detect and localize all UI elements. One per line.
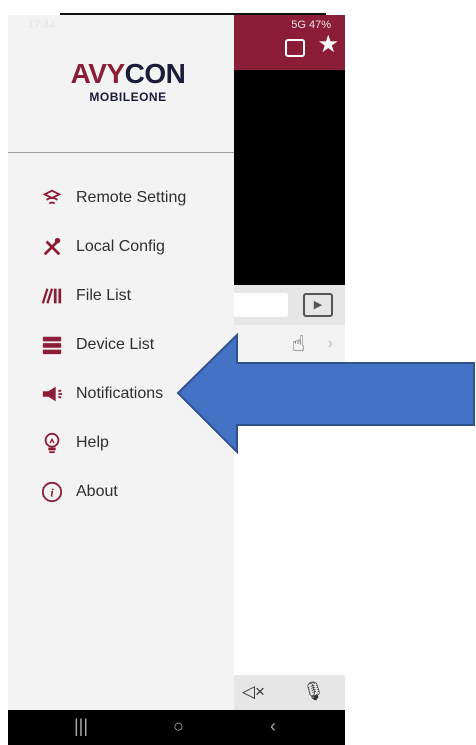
logo-subtitle: MOBILEONE (89, 90, 167, 104)
drawer-menu: Remote Setting Local Config File List De… (8, 173, 234, 516)
chevron-right-icon: › (327, 335, 333, 352)
remote-setting-icon (33, 187, 71, 209)
navigation-drawer: AVYCON MOBILEONE Remote Setting Local Co… (8, 15, 234, 710)
back-icon[interactable]: ‹ (270, 716, 276, 737)
tools-icon (33, 236, 71, 258)
menu-item-local-config[interactable]: Local Config (8, 222, 234, 271)
svg-text:i: i (50, 485, 54, 499)
device-list-icon (33, 334, 71, 356)
status-time: 17:44 (28, 19, 56, 31)
recent-apps-icon[interactable]: ||| (74, 716, 88, 737)
info-icon: i (33, 481, 71, 503)
window-icon[interactable] (285, 39, 305, 57)
android-nav-bar: ||| ○ ‹ (8, 710, 345, 745)
menu-item-notifications[interactable]: Notifications (8, 369, 234, 418)
touch-hand-icon: ☝ (291, 331, 305, 356)
home-icon[interactable]: ○ (173, 716, 184, 737)
status-bar: 17:44 5G 47% (8, 15, 345, 37)
divider (8, 152, 234, 153)
status-indicators: 5G 47% (291, 19, 331, 31)
logo-brand-text: AVYCON (70, 58, 186, 89)
file-list-icon (33, 285, 71, 307)
menu-item-remote-setting[interactable]: Remote Setting (8, 173, 234, 222)
megaphone-icon (33, 383, 71, 405)
microphone-icon[interactable]: 🎙 (302, 681, 325, 702)
menu-item-about[interactable]: i About (8, 467, 234, 516)
mute-speaker-icon[interactable]: ◁× (242, 682, 265, 702)
lightbulb-icon (33, 432, 71, 454)
playback-icon[interactable]: ▶ (303, 293, 333, 317)
menu-item-help[interactable]: Help (8, 418, 234, 467)
menu-item-device-list[interactable]: Device List (8, 320, 234, 369)
menu-item-file-list[interactable]: File List (8, 271, 234, 320)
avycon-logo: AVYCON MOBILEONE (58, 58, 198, 105)
phone-screen: ★ ▶ ☝ › ◁× 🎙 ||| ○ ‹ AVYCON MOBILEONE Re… (8, 15, 345, 745)
